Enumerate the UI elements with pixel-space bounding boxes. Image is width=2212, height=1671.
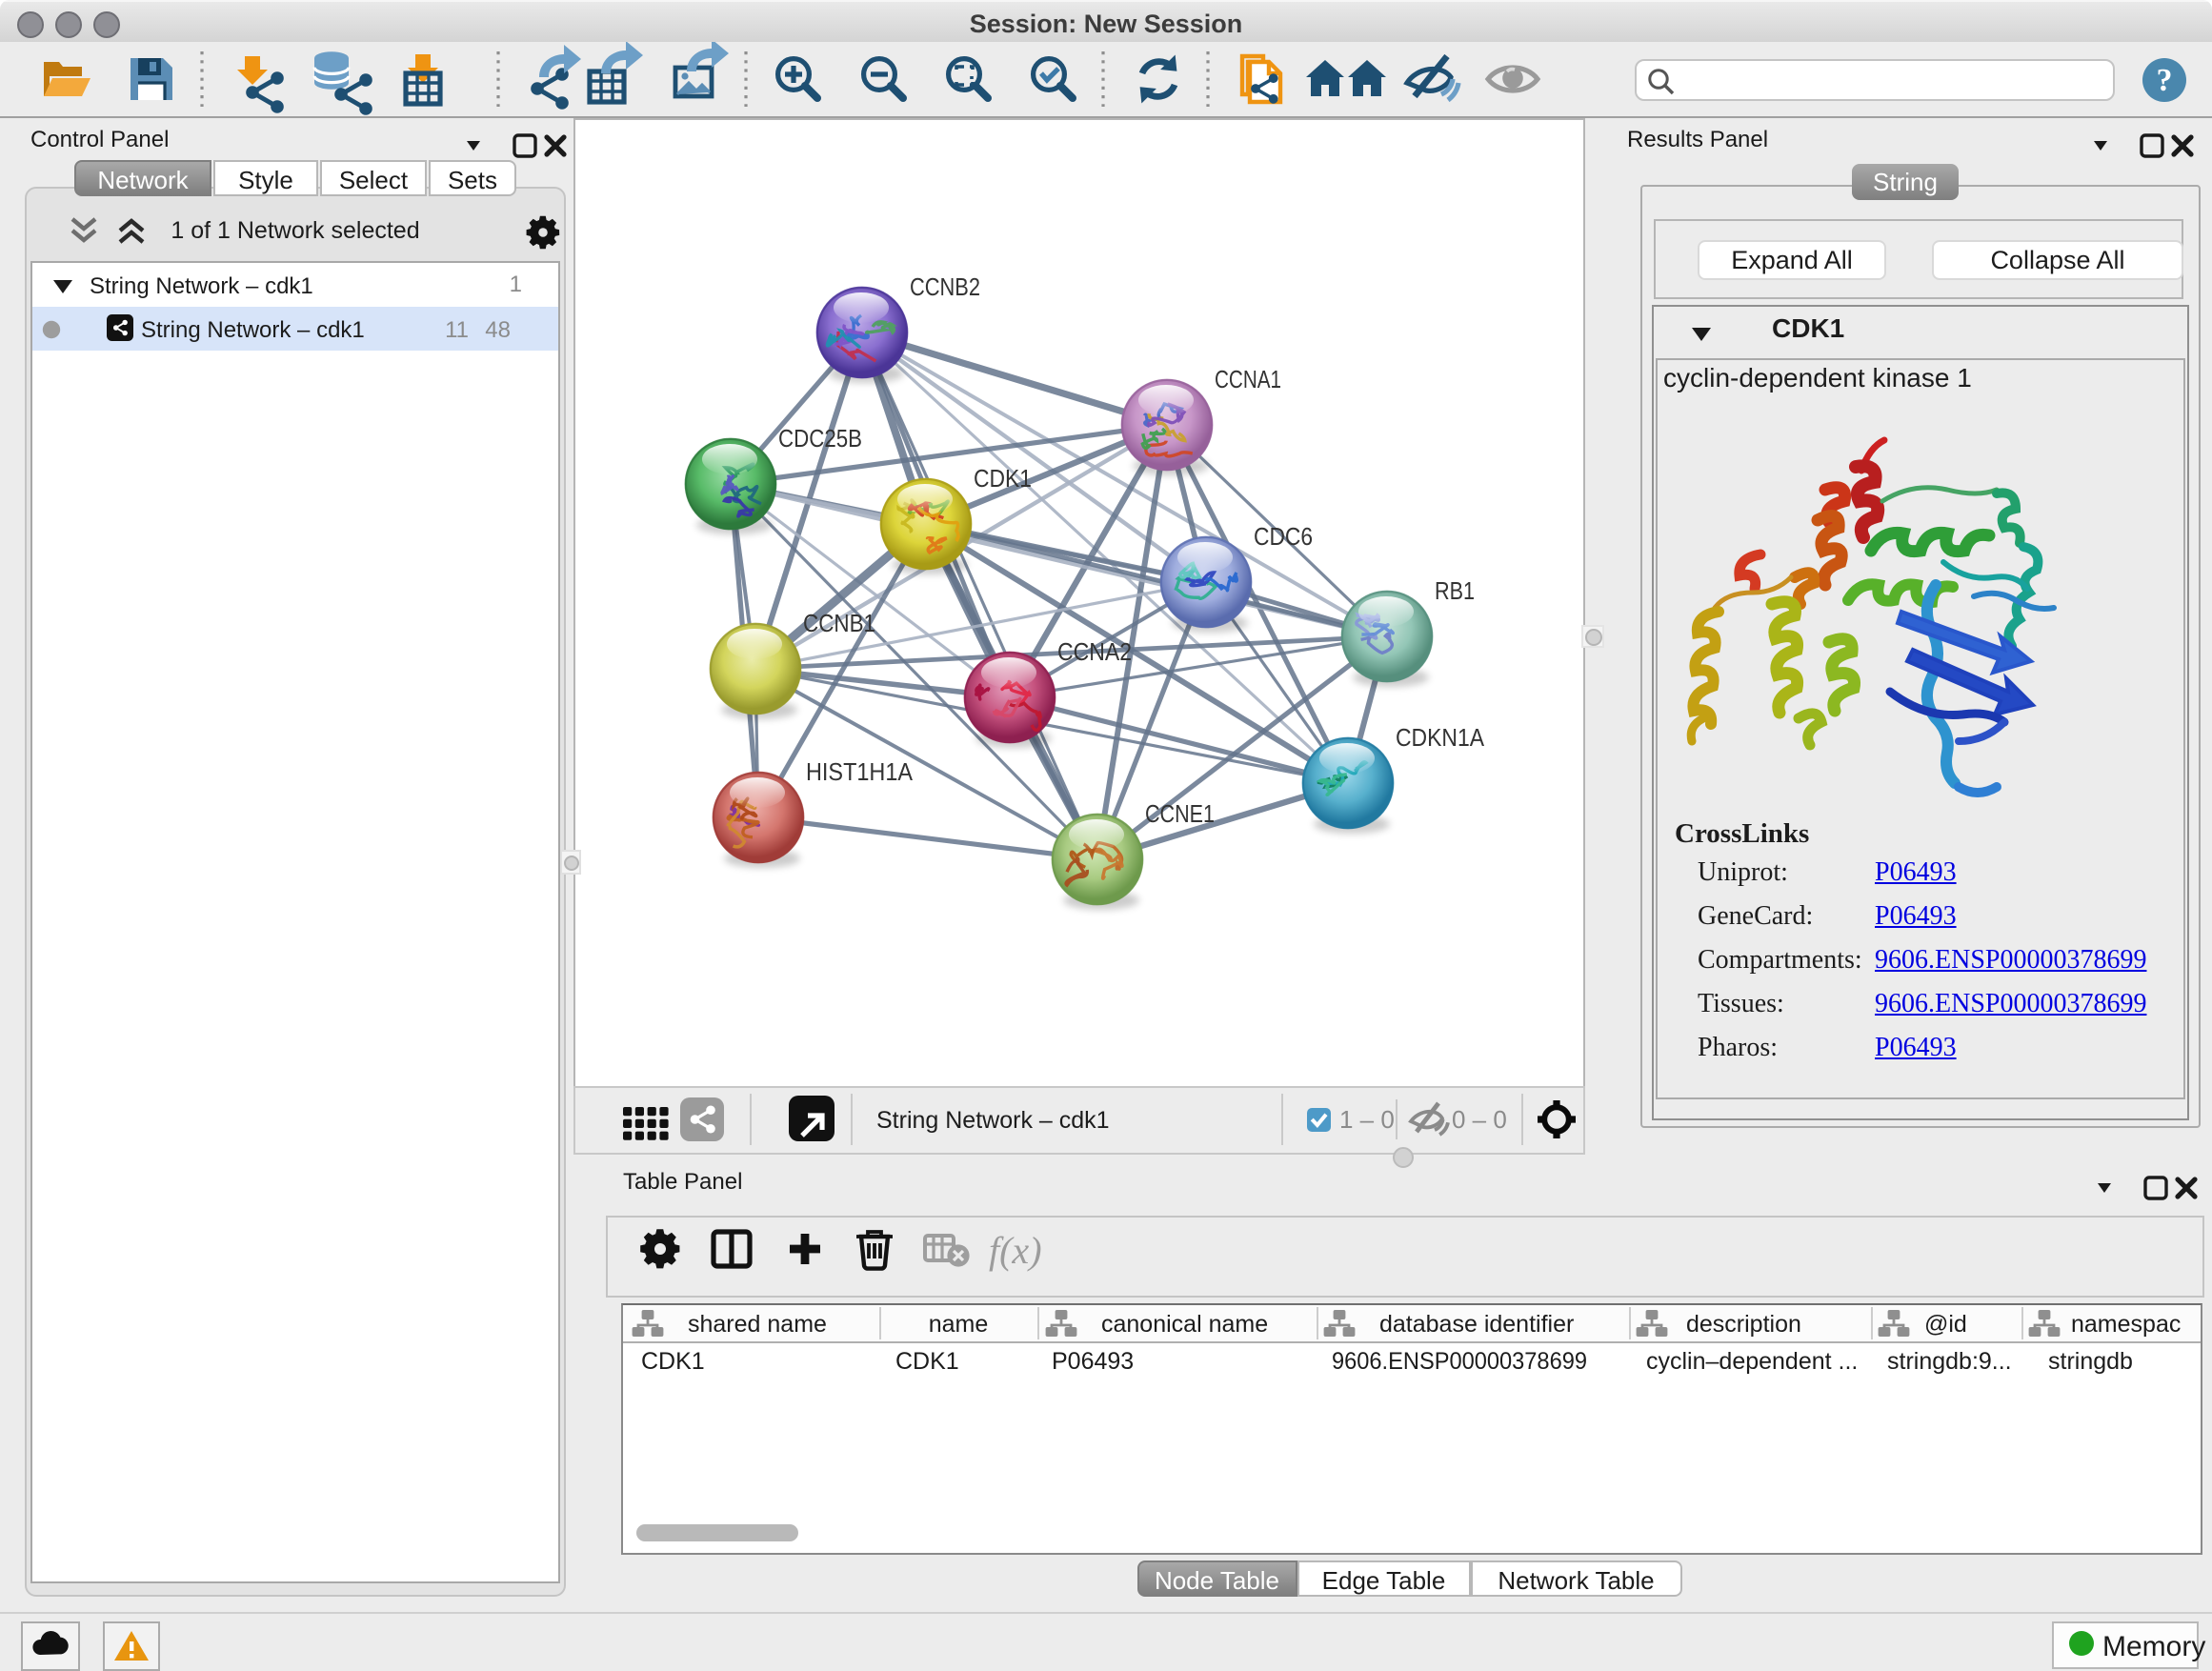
svg-text:1 – 0: 1 – 0 [1339,1105,1395,1134]
svg-text:CDC25B: CDC25B [778,424,862,453]
svg-text:0 – 0: 0 – 0 [1452,1105,1507,1134]
svg-text:name: name [928,1310,988,1337]
svg-text:CCNB2: CCNB2 [910,272,980,301]
svg-text:shared name: shared name [687,1310,826,1337]
svg-text:canonical name: canonical name [1100,1310,1267,1337]
svg-text:database identifier: database identifier [1378,1310,1573,1337]
svg-text:CCNB1: CCNB1 [803,609,875,637]
svg-text:CCNA2: CCNA2 [1057,637,1132,666]
svg-text:stringdb: stringdb [2047,1347,2132,1374]
svg-text:CCNE1: CCNE1 [1145,799,1215,828]
svg-text:CDC6: CDC6 [1254,522,1313,551]
svg-text:CDK1: CDK1 [895,1347,958,1374]
svg-text:RB1: RB1 [1435,576,1475,605]
svg-text:@id: @id [1923,1310,1966,1337]
svg-text:CDK1: CDK1 [974,464,1032,493]
svg-text:9606.ENSP00000378699: 9606.ENSP00000378699 [1331,1347,1586,1374]
svg-text:HIST1H1A: HIST1H1A [806,757,914,786]
svg-text:CDK1: CDK1 [640,1347,704,1374]
svg-text:?: ? [2157,63,2173,98]
svg-text:cyclin–dependent ...: cyclin–dependent ... [1645,1347,1857,1374]
svg-text:CCNA1: CCNA1 [1215,365,1281,393]
svg-text:P06493: P06493 [1051,1347,1133,1374]
svg-text:CDKN1A: CDKN1A [1396,723,1485,752]
svg-text:stringdb:9...: stringdb:9... [1886,1347,2011,1374]
svg-text:namespac: namespac [2070,1310,2180,1337]
svg-text:f(x): f(x) [989,1229,1042,1272]
svg-text:description: description [1685,1310,1800,1337]
svg-text:String Network – cdk1: String Network – cdk1 [876,1107,1110,1134]
